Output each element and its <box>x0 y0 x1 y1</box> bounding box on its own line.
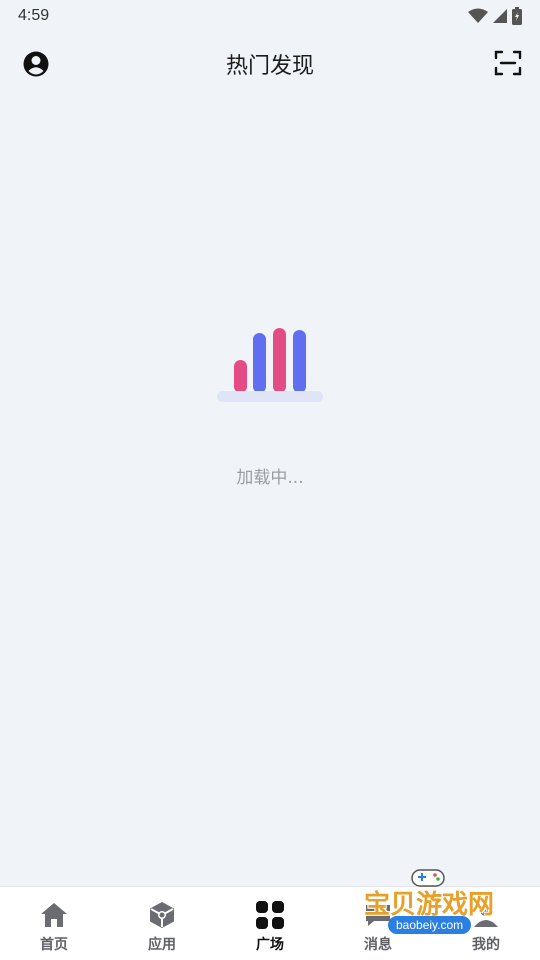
status-icons <box>468 7 522 25</box>
apps-icon <box>150 902 174 928</box>
loading-bar-3 <box>273 328 286 393</box>
loading-bar-1 <box>234 360 247 393</box>
nav-item-home[interactable]: 首页 <box>0 887 108 960</box>
nav-item-square[interactable]: 广场 <box>216 887 324 960</box>
app-bar: 热门发现 <box>0 38 540 90</box>
wifi-icon <box>468 8 488 23</box>
page-title: 热门发现 <box>225 54 314 79</box>
loading-bar-4 <box>293 330 306 393</box>
loading-indicator <box>0 320 540 410</box>
nav-item-apps[interactable]: 应用 <box>108 887 216 960</box>
account-circle-icon[interactable] <box>22 50 50 78</box>
home-icon <box>41 903 67 927</box>
watermark-domain: baobeiy.com <box>388 916 472 934</box>
loading-bars-icon <box>217 328 323 402</box>
scan-icon[interactable] <box>494 49 522 77</box>
nav-label-square: 广场 <box>256 937 284 953</box>
nav-label-home: 首页 <box>40 937 68 953</box>
status-bar: 4:59 <box>0 0 540 32</box>
status-time: 4:59 <box>18 7 50 24</box>
grid-icon <box>256 901 284 929</box>
battery-icon <box>512 7 522 25</box>
watermark: 宝贝游戏网 baobeiy.com <box>360 866 510 942</box>
loading-text: 加载中... <box>236 468 304 488</box>
nav-label-apps: 应用 <box>148 937 176 953</box>
loading-base <box>217 391 323 402</box>
signal-icon <box>493 9 507 23</box>
loading-bar-2 <box>253 333 266 393</box>
